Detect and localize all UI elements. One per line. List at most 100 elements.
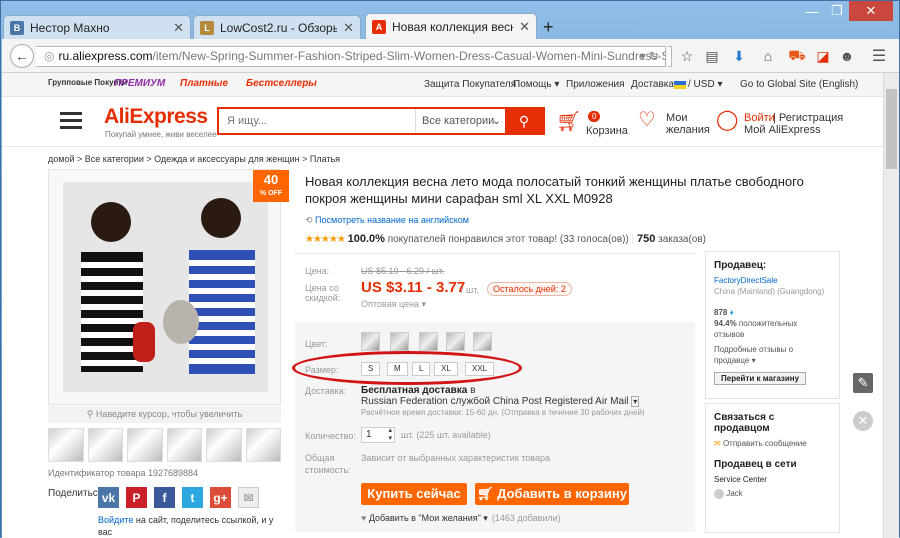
rating-text[interactable]: покупателей понравился этот товар! (33 г…: [385, 234, 629, 245]
category-select[interactable]: Все категории ⌄: [415, 109, 507, 133]
add-to-cart-button[interactable]: 🛒︎ Добавить в корзину: [475, 483, 629, 505]
my-aliexpress-link[interactable]: Мой AliExpress: [744, 124, 821, 136]
search-input[interactable]: [219, 109, 415, 133]
seller-name-link[interactable]: FactoryDirectSale: [714, 275, 831, 286]
buyer-protection-link[interactable]: Защита Покупателя: [424, 79, 516, 90]
site-topbar: Групповые Покупки ПРЕМИУМ Платные Бестсе…: [2, 73, 883, 97]
color-swatch[interactable]: [390, 332, 409, 351]
ukraine-flag-icon: [674, 81, 686, 89]
old-price: US $5.19 - 6.29 / шт.: [361, 266, 445, 276]
tab-lowcost[interactable]: L LowCost2.ru - Обзоры тов ✕: [193, 15, 361, 39]
thumbnail[interactable]: [245, 428, 281, 462]
price-unit: / шт.: [461, 285, 479, 295]
global-site-link[interactable]: Go to Global Site (English): [740, 79, 858, 90]
twitter-share-icon[interactable]: t: [182, 487, 203, 508]
aliexpress-logo[interactable]: AliExpress: [104, 105, 208, 129]
tab-aliexpress[interactable]: A Новая коллекция весна л ✕: [365, 13, 537, 39]
bestsellers-link[interactable]: Бестселлеры: [246, 78, 317, 89]
agent-avatar-icon: [714, 488, 724, 499]
tab-vk[interactable]: B Нестор Махно ✕: [3, 15, 191, 39]
address-bar[interactable]: ◎ ru.aliexpress.com/item/New-Spring-Summe…: [36, 46, 666, 67]
seller-location: China (Mainland) (Guangdong): [714, 287, 825, 296]
googleplus-share-icon[interactable]: g+: [210, 487, 231, 508]
heart-icon[interactable]: ♡: [638, 107, 656, 132]
bookmark-star-icon[interactable]: ☆: [678, 47, 696, 65]
login-link[interactable]: Войти: [744, 112, 775, 124]
tab-close-icon[interactable]: ✕: [173, 20, 184, 36]
menu-icon[interactable]: ☰: [870, 47, 888, 65]
aliexpress-favicon-icon: A: [372, 19, 386, 34]
page-scrollbar[interactable]: [883, 73, 899, 538]
breadcrumb[interactable]: домой > Все категории > Одежда и аксессу…: [48, 154, 340, 164]
price-label: Цена:: [305, 266, 330, 276]
color-swatch[interactable]: [473, 332, 492, 351]
send-message-link[interactable]: ✉ Отправить сообщение: [714, 438, 831, 449]
thumbnail[interactable]: [87, 428, 123, 462]
wholesale-price-link[interactable]: Оптовая цена ▾: [361, 299, 426, 310]
discount-off: OFF: [268, 190, 283, 197]
close-circle-icon[interactable]: ✕: [853, 411, 873, 431]
apps-link[interactable]: Приложения: [566, 79, 625, 90]
currency-link[interactable]: / USD ▾: [688, 79, 722, 90]
edit-pencil-icon[interactable]: ✎: [853, 373, 873, 393]
download-icon[interactable]: ⬇: [730, 47, 748, 65]
agent-name: Jack: [726, 489, 743, 498]
tab-close-icon[interactable]: ✕: [343, 20, 354, 36]
color-swatch[interactable]: [361, 332, 380, 351]
tab-close-icon[interactable]: ✕: [519, 19, 530, 35]
thumbnail[interactable]: [48, 428, 84, 462]
size-highlight-ellipse: [292, 351, 522, 385]
color-label: Цвет:: [305, 339, 328, 349]
thumbnail[interactable]: [166, 428, 202, 462]
wishlist-label-2[interactable]: желания: [666, 124, 710, 136]
facebook-share-icon[interactable]: f: [154, 487, 175, 508]
reading-list-icon[interactable]: ▤: [703, 47, 721, 65]
go-to-store-button[interactable]: Перейти к магазину: [714, 372, 807, 385]
send-message-label: Отправить сообщение: [722, 439, 807, 448]
back-button[interactable]: ←: [10, 44, 34, 68]
main-product-image[interactable]: [48, 169, 281, 405]
premium-link[interactable]: ПРЕМИУМ: [114, 78, 165, 89]
tab-strip: B Нестор Махно ✕ L LowCost2.ru - Обзоры …: [1, 13, 900, 39]
envelope-icon: ✉: [714, 439, 723, 448]
buy-now-button[interactable]: Купить сейчас: [361, 483, 467, 505]
paid-link[interactable]: Платные: [180, 78, 228, 89]
vk-share-icon[interactable]: vk: [98, 487, 119, 508]
wishlist-count: (1463 добавили): [491, 513, 561, 523]
category-label: Все категории: [422, 115, 495, 127]
thumbnail[interactable]: [206, 428, 242, 462]
add-to-wishlist-link[interactable]: ♥ Добавить в "Мои желания" ▾ (1463 добави…: [361, 513, 561, 524]
pinterest-share-icon[interactable]: P: [126, 487, 147, 508]
quantity-value: 1: [366, 429, 372, 440]
search-button[interactable]: ⚲: [505, 109, 543, 133]
cart-icon[interactable]: 🛒︎: [556, 109, 581, 134]
agent-chat-link[interactable]: Jack: [714, 488, 831, 499]
help-link[interactable]: Помощь ▾: [513, 79, 559, 90]
free-shipping: Бесплатная доставка: [361, 385, 468, 396]
cart-label[interactable]: Корзина: [586, 125, 628, 137]
user-icon[interactable]: ◯: [716, 107, 738, 132]
color-swatch[interactable]: [419, 332, 438, 351]
scrollbar-thumb[interactable]: [886, 89, 897, 169]
aliexpress-addon-icon[interactable]: ◪: [814, 47, 832, 65]
reload-icon[interactable]: ▾ ↻: [640, 47, 659, 66]
chat-addon-icon[interactable]: ☻: [838, 47, 856, 65]
detailed-reviews-link[interactable]: Подробные отзывы о продавце ▾: [714, 344, 831, 366]
tab-label: Новая коллекция весна л: [392, 19, 513, 34]
shipping-time: Расчётное время доставки: 15-60 дн. (Отп…: [361, 408, 645, 417]
hamburger-menu-icon[interactable]: [60, 112, 82, 130]
home-icon[interactable]: ⌂: [759, 47, 777, 65]
login-share-link[interactable]: Войдите: [98, 515, 133, 525]
shipping-dropdown-icon[interactable]: ▾: [631, 396, 640, 407]
wishlist-label-1[interactable]: Мои: [666, 112, 688, 124]
quantity-stepper[interactable]: 1 ▴ ▾: [361, 427, 395, 443]
thumbnail[interactable]: [127, 428, 163, 462]
cart-addon-icon[interactable]: ⛟: [788, 47, 806, 65]
color-swatch[interactable]: [446, 332, 465, 351]
translate-title-link[interactable]: ⟲ Посмотреть название на английском: [305, 215, 469, 226]
register-link[interactable]: | Регистрация: [773, 112, 843, 124]
positive-text-2: отзывов: [714, 330, 745, 339]
new-tab-icon[interactable]: +: [543, 17, 554, 38]
site-header: AliExpress Покупай умнее, живи веселее В…: [2, 97, 883, 147]
email-share-icon[interactable]: ✉: [238, 487, 259, 508]
